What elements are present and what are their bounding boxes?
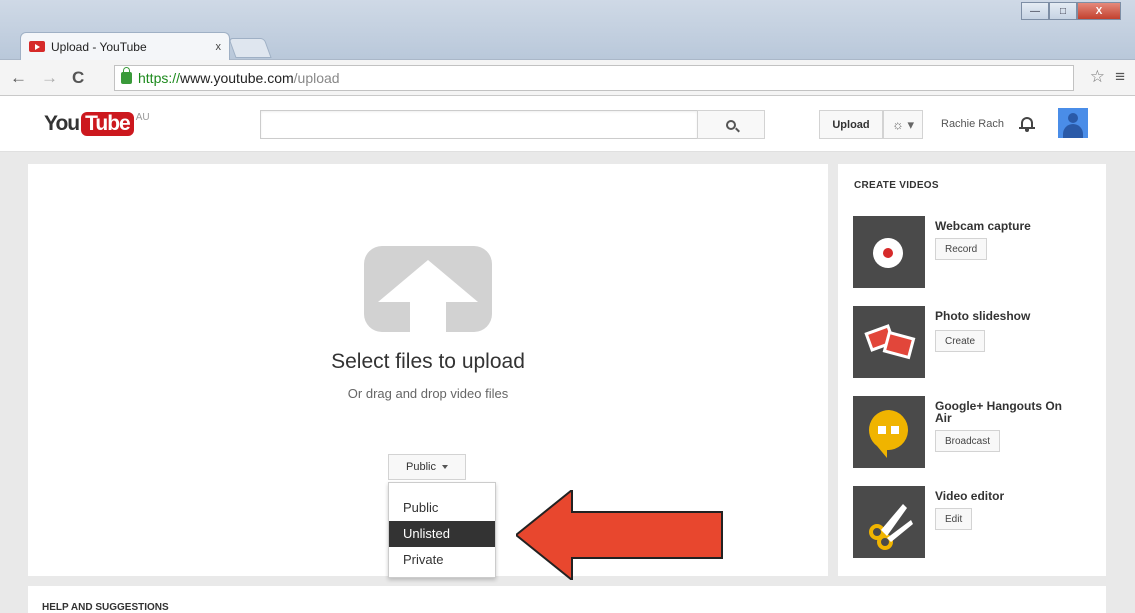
tab-title: Upload - YouTube: [51, 39, 147, 54]
webcam-record-icon[interactable]: [853, 216, 925, 288]
item-title-webcam[interactable]: Webcam capture: [935, 220, 1065, 232]
photo-slideshow-icon[interactable]: [853, 306, 925, 378]
privacy-selected-label: Public: [406, 461, 436, 473]
logo-region: AU: [135, 112, 150, 123]
notification-bell-icon[interactable]: [1019, 115, 1035, 132]
browser-menu-icon[interactable]: ≡: [1115, 67, 1125, 87]
item-title-hangouts[interactable]: Google+ Hangouts On Air: [935, 400, 1065, 424]
url-path: /upload: [293, 70, 340, 86]
window-controls: — □ X: [1021, 2, 1121, 20]
logo-you-text: You: [44, 112, 80, 135]
hangouts-icon[interactable]: [853, 396, 925, 468]
privacy-option-public[interactable]: Public: [389, 495, 495, 521]
new-tab-button[interactable]: [228, 38, 272, 58]
broadcast-button[interactable]: Broadcast: [935, 430, 1001, 452]
maximize-button[interactable]: □: [1049, 2, 1077, 20]
record-button[interactable]: Record: [935, 238, 988, 260]
avatar[interactable]: [1058, 108, 1088, 138]
privacy-option-unlisted[interactable]: Unlisted: [389, 521, 495, 547]
youtube-favicon-icon: [29, 41, 45, 52]
lock-icon: [121, 67, 132, 84]
privacy-option-private[interactable]: Private: [389, 547, 495, 573]
forward-icon[interactable]: →: [41, 68, 58, 88]
drag-drop-subtitle: Or drag and drop video files: [347, 386, 509, 401]
create-videos-sidebar: CREATE VIDEOS Webcam capture Record Phot…: [838, 164, 1106, 576]
browser-toolbar: ← → C https:// www.youtube.com /upload ☆…: [0, 60, 1135, 96]
url-host: www.youtube.com: [180, 70, 294, 86]
minimize-button[interactable]: —: [1021, 2, 1049, 20]
create-item-editor: Video editor Edit: [853, 486, 1093, 558]
back-icon[interactable]: ←: [10, 68, 27, 88]
close-window-button[interactable]: X: [1077, 2, 1121, 20]
youtube-logo[interactable]: You Tube AU: [44, 112, 150, 136]
help-title: HELP AND SUGGESTIONS: [42, 602, 169, 613]
privacy-dropdown-button[interactable]: Public: [388, 454, 466, 480]
item-title-slideshow[interactable]: Photo slideshow: [935, 310, 1065, 322]
logo-tube-text: Tube: [81, 112, 134, 136]
privacy-menu: Public Unlisted Private: [388, 482, 496, 578]
browser-titlebar: Upload - YouTube x — □ X: [0, 0, 1135, 60]
create-item-slideshow: Photo slideshow Create: [853, 306, 1093, 378]
gear-icon[interactable]: ☼ ▾: [883, 110, 923, 139]
create-item-webcam: Webcam capture Record: [853, 216, 1093, 288]
search-icon: [726, 119, 736, 130]
scissors-icon[interactable]: [853, 486, 925, 558]
address-bar[interactable]: https:// www.youtube.com /upload: [114, 65, 1074, 91]
reload-icon[interactable]: C: [72, 68, 84, 88]
annotation-arrow-icon: [516, 490, 723, 580]
search-input[interactable]: [260, 110, 698, 139]
caret-down-icon: [441, 465, 448, 469]
url-scheme: https://: [138, 70, 181, 86]
sidebar-title: CREATE VIDEOS: [854, 180, 939, 191]
create-item-hangouts: Google+ Hangouts On Air Broadcast: [853, 396, 1093, 468]
upload-button[interactable]: Upload: [819, 110, 883, 139]
browser-tab[interactable]: Upload - YouTube x: [20, 32, 230, 60]
user-name[interactable]: Rachie Rach: [941, 118, 1004, 130]
bookmark-star-icon[interactable]: ☆: [1090, 67, 1105, 87]
select-files-title[interactable]: Select files to upload: [28, 350, 828, 374]
create-button[interactable]: Create: [935, 330, 986, 352]
help-suggestions-bar: HELP AND SUGGESTIONS: [28, 586, 1106, 613]
upload-arrow-icon[interactable]: [364, 246, 492, 332]
youtube-header: You Tube AU Upload ☼ ▾ Rachie Rach: [0, 96, 1135, 152]
item-title-editor[interactable]: Video editor: [935, 490, 1065, 502]
search-button[interactable]: [697, 110, 765, 139]
edit-button[interactable]: Edit: [935, 508, 973, 530]
tab-close-icon[interactable]: x: [216, 41, 222, 53]
